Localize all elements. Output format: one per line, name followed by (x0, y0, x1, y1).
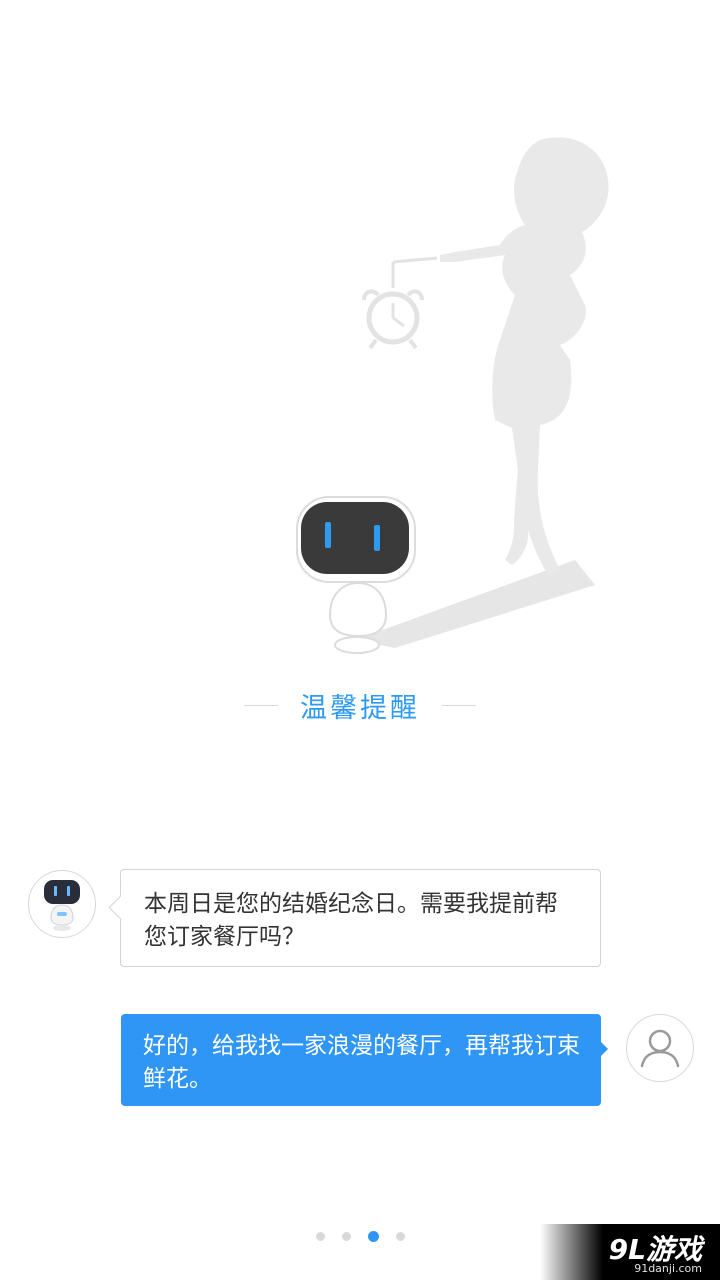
user-message-bubble: 好的，给我找一家浪漫的餐厅，再帮我订束鲜花。 (121, 1014, 608, 1106)
page-dot-2[interactable] (342, 1232, 351, 1241)
watermark: 9L游戏 91danji.com (540, 1224, 720, 1280)
welcome-illustration (296, 137, 609, 654)
bot-message-bubble: 本周日是您的结婚纪念日。需要我提前帮您订家餐厅吗？ (108, 869, 601, 967)
page-dot-1[interactable] (316, 1232, 325, 1241)
bubble-tail (600, 1041, 608, 1057)
user-avatar (626, 1014, 694, 1082)
bot-message-text: 本周日是您的结婚纪念日。需要我提前帮您订家餐厅吗？ (144, 891, 558, 950)
robot-mascot-icon (44, 880, 80, 931)
title-row: 温馨提醒 (0, 680, 720, 730)
watermark-url: 91danji.com (634, 1262, 702, 1275)
bubble-tail (108, 895, 133, 920)
woman-silhouette (440, 137, 609, 576)
title-divider-right (442, 704, 476, 706)
page-dot-4[interactable] (396, 1232, 405, 1241)
title-divider-left (244, 704, 278, 706)
user-silhouette-icon (640, 1029, 680, 1068)
robot-avatar (28, 870, 96, 938)
page-title: 温馨提醒 (300, 692, 420, 724)
page-dot-3-active[interactable] (368, 1231, 379, 1242)
user-message-text: 好的，给我找一家浪漫的餐厅，再帮我订束鲜花。 (143, 1033, 580, 1092)
alarm-clock-icon (362, 256, 438, 350)
